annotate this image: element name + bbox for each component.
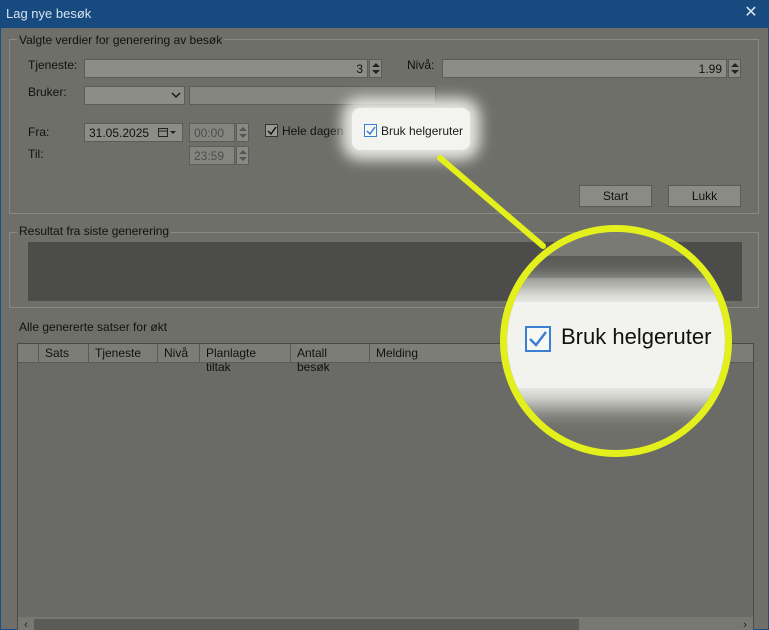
magnifier-callout: Bruk helgeruter — [500, 225, 732, 457]
magnifier-checkbox — [525, 326, 551, 352]
check-icon — [529, 331, 547, 347]
magnifier-label: Bruk helgeruter — [561, 324, 712, 349]
magnifier-dark-band — [507, 256, 725, 278]
dialog-window: Lag nye besøk ✕ Valgte verdier for gener… — [0, 0, 769, 630]
